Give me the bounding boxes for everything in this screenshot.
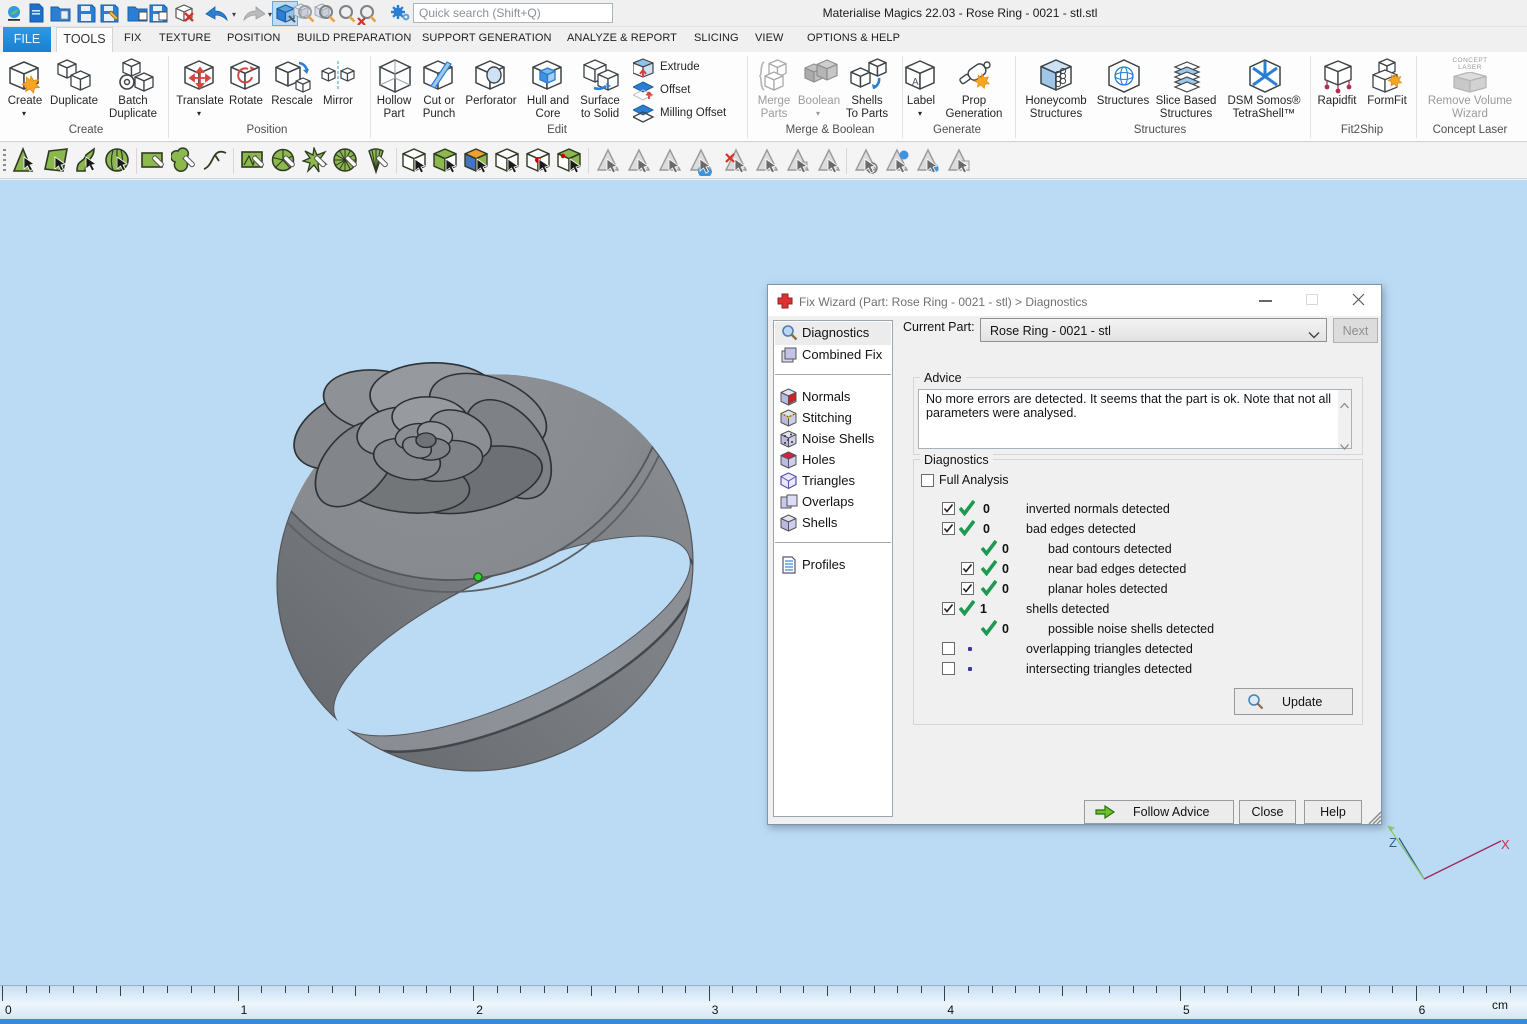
svg-text:X: X bbox=[1501, 837, 1510, 852]
svg-text:A: A bbox=[912, 77, 919, 88]
